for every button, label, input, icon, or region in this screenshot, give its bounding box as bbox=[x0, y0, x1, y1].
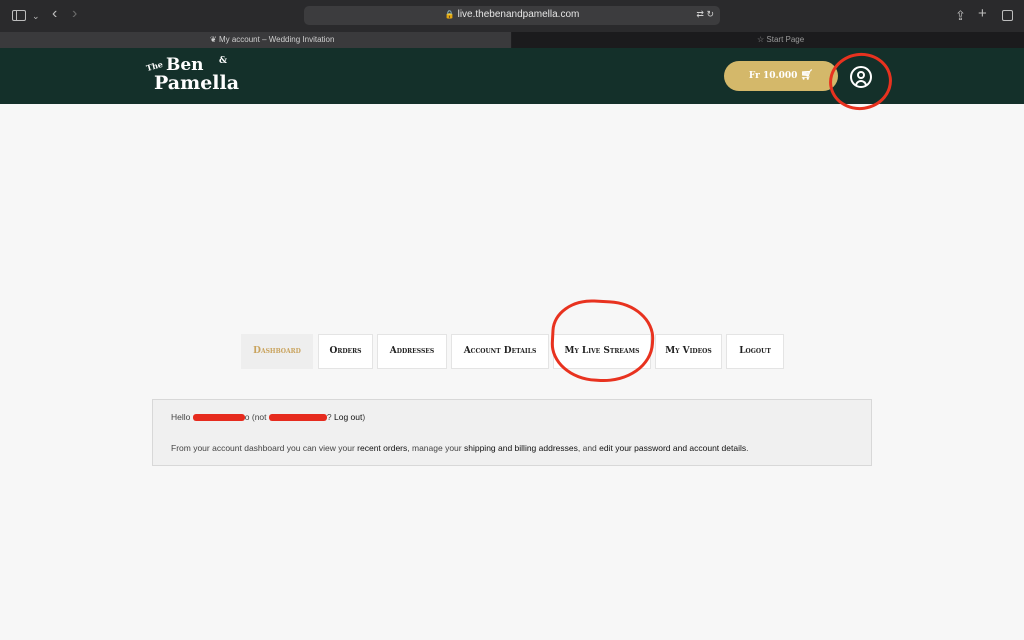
desc-text: From your account dashboard you can view… bbox=[171, 443, 355, 453]
tab-title: My account – Wedding Invitation bbox=[218, 35, 335, 44]
desc-text: , and bbox=[577, 443, 597, 453]
tab-start-page[interactable]: ☆ Start Page bbox=[512, 32, 1024, 48]
share-icon[interactable]: ⇪ bbox=[955, 8, 966, 24]
star-icon: ☆ bbox=[757, 35, 765, 44]
nav-logout[interactable]: Logout bbox=[726, 334, 784, 369]
leaf-icon: ❦ bbox=[210, 35, 217, 44]
desc-text: . bbox=[746, 443, 749, 453]
tab-title: Start Page bbox=[766, 35, 805, 44]
new-tab-icon[interactable]: + bbox=[978, 6, 987, 22]
nav-dashboard[interactable]: Dashboard bbox=[241, 334, 313, 369]
hello-line: Hello o (not ? Log out) bbox=[171, 412, 365, 422]
cart-icon: 🛒︎ bbox=[800, 70, 814, 81]
question-mark: ? bbox=[326, 412, 332, 422]
redacted-name bbox=[192, 414, 245, 422]
nav-orders[interactable]: Orders bbox=[318, 334, 373, 369]
description-line: From your account dashboard you can view… bbox=[171, 443, 748, 453]
nav-addresses[interactable]: Addresses bbox=[377, 334, 447, 369]
not-prefix: (not bbox=[251, 412, 267, 422]
tab-overview-icon[interactable] bbox=[1002, 10, 1013, 21]
dashboard-message: Hello o (not ? Log out) From your accoun… bbox=[152, 399, 872, 466]
redacted-name bbox=[268, 414, 327, 422]
logo-pamella: Pamella bbox=[154, 72, 240, 94]
back-arrow-icon[interactable]: ‹ bbox=[52, 6, 57, 22]
annotation-circle bbox=[548, 297, 657, 385]
desc-text: , manage your bbox=[407, 443, 462, 453]
translate-icon[interactable]: ⇄ bbox=[696, 9, 704, 19]
recent-orders-link[interactable]: recent orders bbox=[357, 443, 407, 453]
tab-my-account[interactable]: ❦ My account – Wedding Invitation bbox=[0, 32, 511, 48]
nav-account-details[interactable]: Account Details bbox=[451, 334, 549, 369]
lock-icon: 🔒 bbox=[444, 10, 455, 19]
addresses-link[interactable]: shipping and billing addresses bbox=[464, 443, 578, 453]
address-bar[interactable]: 🔒 live.thebenandpamella.com ⇄ ↻ bbox=[304, 6, 720, 25]
browser-toolbar: ⌄ ‹ › 🔒 live.thebenandpamella.com ⇄ ↻ ⇪ + bbox=[0, 0, 1024, 32]
chevron-down-icon[interactable]: ⌄ bbox=[32, 8, 40, 24]
nav-my-videos[interactable]: My Videos bbox=[655, 334, 722, 369]
cart-button[interactable]: Fr 10.000 🛒︎ bbox=[724, 61, 838, 91]
hello-prefix: Hello bbox=[171, 412, 191, 422]
sidebar-toggle-icon[interactable] bbox=[12, 10, 26, 21]
logo-amp: & bbox=[219, 56, 228, 66]
logout-suffix: ) bbox=[362, 412, 366, 422]
forward-arrow-icon[interactable]: › bbox=[72, 6, 77, 22]
account-details-link[interactable]: edit your password and account details bbox=[599, 443, 746, 453]
cart-total: Fr 10.000 bbox=[748, 71, 798, 81]
tab-strip: ❦ My account – Wedding Invitation ☆ Star… bbox=[0, 32, 1024, 48]
url-text: live.thebenandpamella.com bbox=[457, 9, 580, 20]
hello-name-tail: o bbox=[244, 412, 250, 422]
logout-link[interactable]: Log out bbox=[334, 412, 362, 422]
site-logo[interactable]: The Ben & Pamella bbox=[144, 55, 240, 97]
reload-icon[interactable]: ↻ bbox=[706, 9, 714, 19]
logo-the: The bbox=[144, 58, 164, 74]
